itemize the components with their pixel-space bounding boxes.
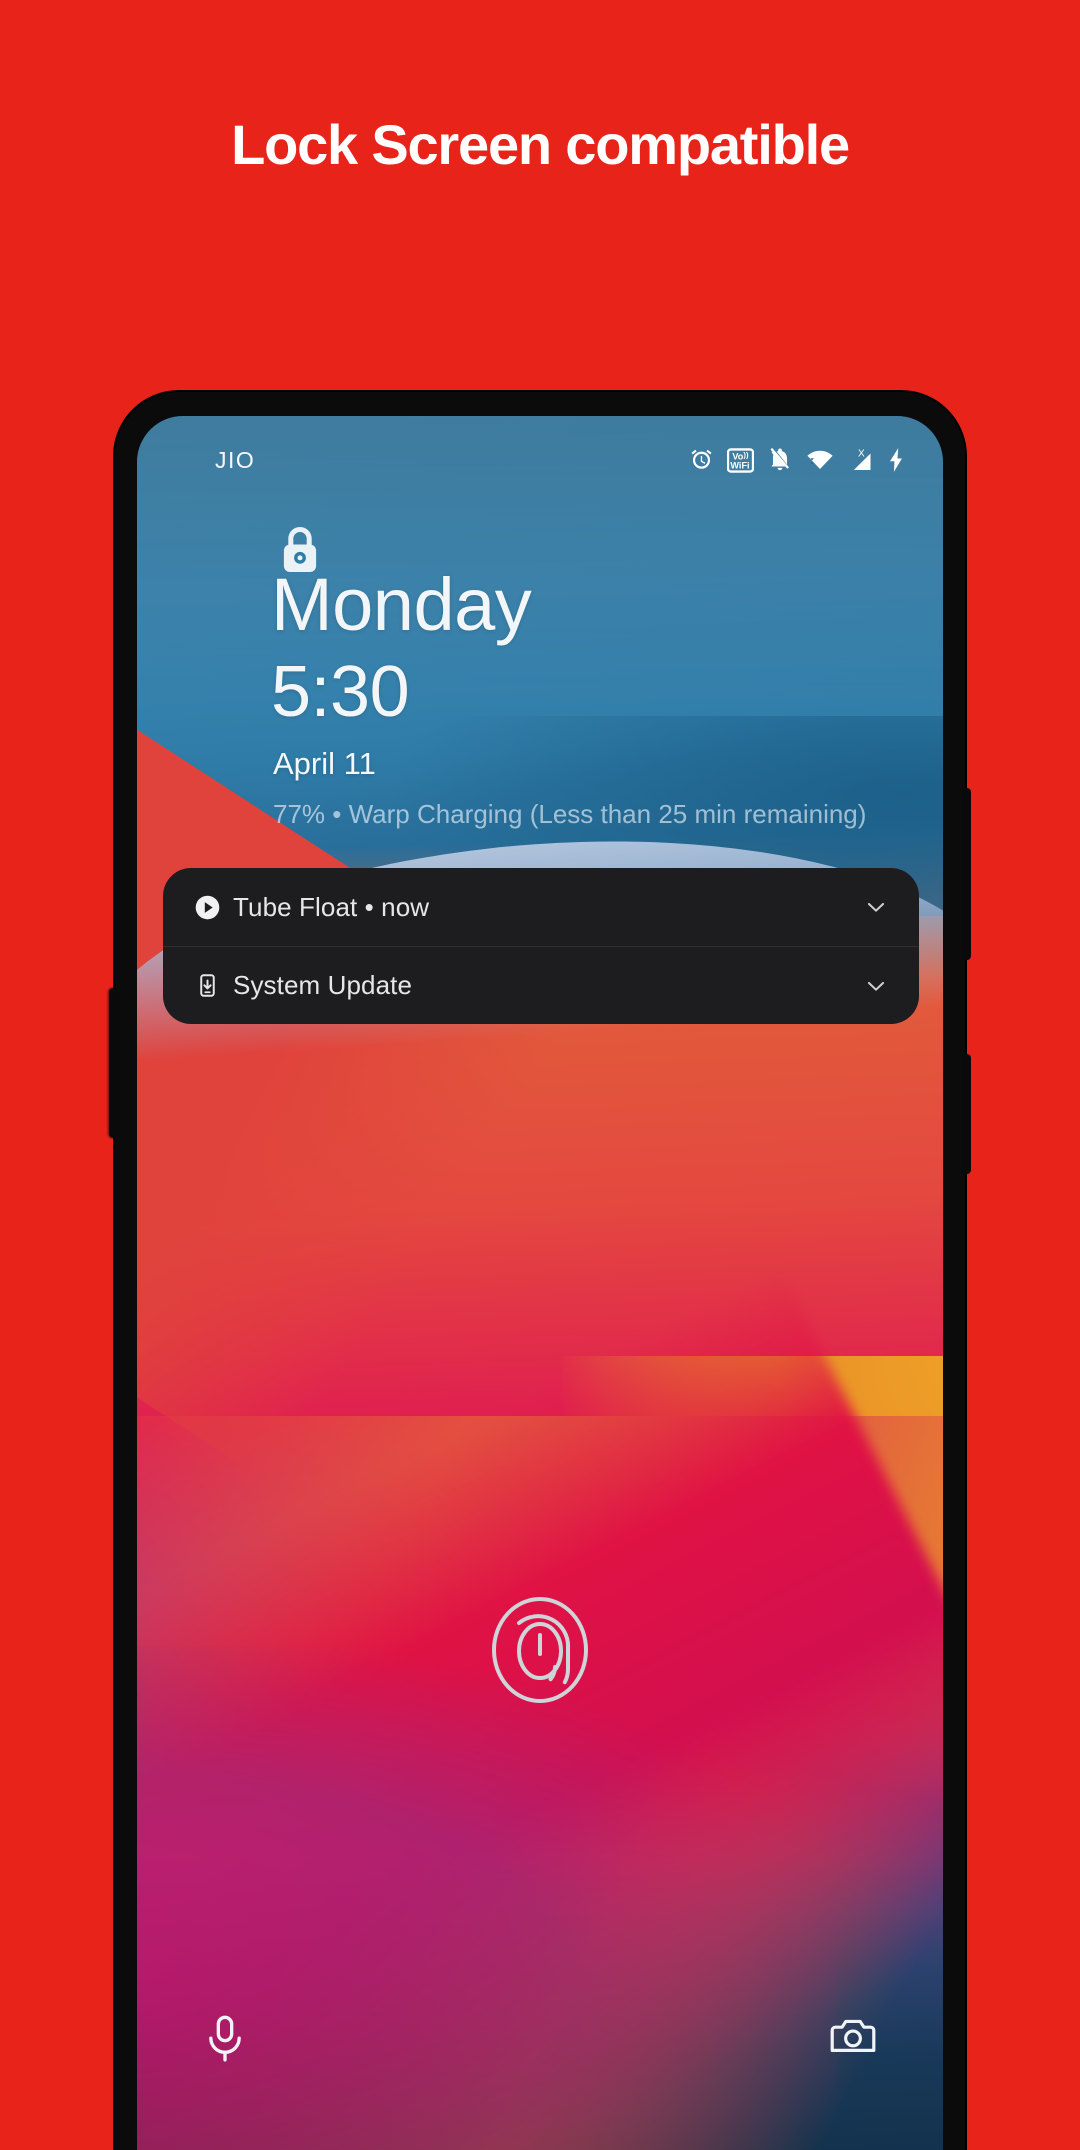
- notification-row-system-update[interactable]: System Update: [163, 946, 919, 1024]
- notification-shade: Tube Float • now System Update: [163, 868, 919, 1024]
- svg-text:WiFi: WiFi: [730, 460, 749, 470]
- notification-row-tube-float[interactable]: Tube Float • now: [163, 868, 919, 946]
- vowifi-icon: Vo )) WiFi: [727, 447, 754, 473]
- microphone-icon[interactable]: [203, 2014, 247, 2069]
- chevron-down-icon[interactable]: [855, 973, 889, 999]
- fingerprint-icon[interactable]: [488, 1594, 592, 1711]
- page-title: Lock Screen compatible: [231, 113, 850, 176]
- wifi-icon: [806, 448, 834, 472]
- volume-rocker-button[interactable]: [109, 988, 118, 1138]
- wallpaper: [137, 416, 943, 2150]
- clock-time: 5:30: [271, 652, 410, 732]
- status-bar: JIO Vo )) WiFi X: [137, 438, 943, 482]
- svg-text:)): )): [743, 450, 749, 459]
- bell-muted-icon: [767, 447, 793, 473]
- battery-status-text: 77% • Warp Charging (Less than 25 min re…: [273, 799, 867, 829]
- chevron-down-icon[interactable]: [855, 894, 889, 920]
- alert-slider-button[interactable]: [962, 788, 971, 960]
- alarm-clock-icon: [689, 448, 714, 473]
- signal-no-sim-icon: X: [847, 448, 875, 473]
- notification-title: System Update: [233, 970, 413, 1000]
- battery-charging-icon: [888, 447, 905, 473]
- phone-download-icon: [187, 973, 227, 998]
- play-circle-icon: [187, 894, 227, 921]
- carrier-label: JIO: [215, 446, 256, 473]
- camera-icon[interactable]: [829, 2014, 877, 2063]
- date-label: April 11: [273, 746, 376, 781]
- status-bar-icons: Vo )) WiFi X: [689, 447, 905, 473]
- phone-mockup: JIO Vo )) WiFi X Monday 5:30 April 11 77…: [109, 392, 971, 2150]
- power-button[interactable]: [962, 1054, 971, 1174]
- day-of-week-label: Monday: [271, 563, 532, 646]
- notification-title: Tube Float • now: [233, 891, 430, 922]
- svg-text:X: X: [858, 448, 865, 459]
- phone-screen: JIO Vo )) WiFi X Monday 5:30 April 11 77…: [137, 416, 943, 2150]
